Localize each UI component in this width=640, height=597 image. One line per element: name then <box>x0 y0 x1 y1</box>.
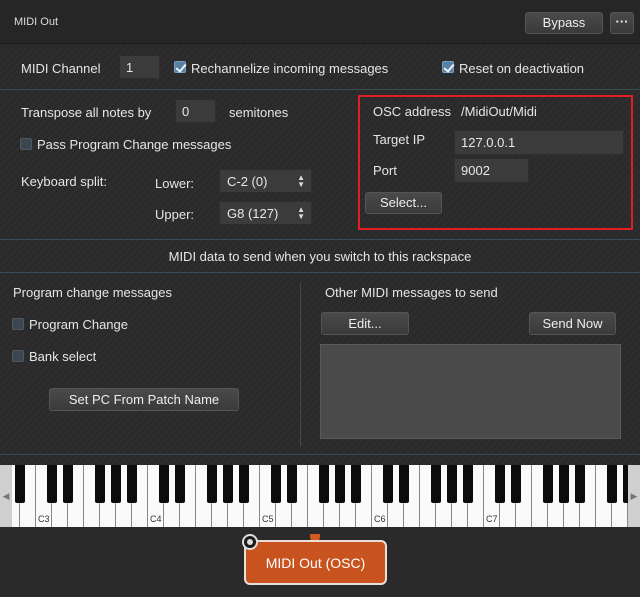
rechannelize-label: Rechannelize incoming messages <box>191 61 389 76</box>
more-options-button[interactable]: ··· <box>610 12 634 34</box>
black-key[interactable] <box>351 465 361 503</box>
divider-rackspace <box>0 272 640 273</box>
osc-address-value: /MidiOut/Midi <box>461 104 537 119</box>
set-pc-from-patch-name-button[interactable]: Set PC From Patch Name <box>49 388 239 411</box>
black-key[interactable] <box>239 465 249 503</box>
black-key[interactable] <box>207 465 217 503</box>
black-key[interactable] <box>447 465 457 503</box>
updown-arrows-icon: ▲ ▼ <box>297 173 305 189</box>
target-ip-field[interactable]: 127.0.0.1 <box>454 130 624 155</box>
black-key[interactable] <box>319 465 329 503</box>
black-key[interactable] <box>63 465 73 503</box>
black-key[interactable] <box>431 465 441 503</box>
port-label: Port <box>373 163 397 178</box>
black-key[interactable] <box>383 465 393 503</box>
upper-split-select[interactable]: G8 (127) ▲ ▼ <box>219 201 312 225</box>
upper-split-value: G8 (127) <box>227 205 279 221</box>
octave-label: C5 <box>262 514 274 524</box>
black-key[interactable] <box>223 465 233 503</box>
upper-label: Upper: <box>155 207 195 222</box>
program-change-label: Program Change <box>29 317 128 332</box>
black-key[interactable] <box>511 465 521 503</box>
bank-select-checkbox[interactable] <box>12 350 24 362</box>
octave-label: C3 <box>38 514 50 524</box>
black-key[interactable] <box>335 465 345 503</box>
rechannelize-checkbox[interactable] <box>174 61 186 73</box>
keyboard-scroll-left-icon[interactable]: ◀ <box>0 465 12 527</box>
midi-channel-field[interactable]: 1 <box>119 55 160 79</box>
black-key[interactable] <box>399 465 409 503</box>
black-key[interactable] <box>175 465 185 503</box>
black-key[interactable] <box>15 465 25 503</box>
keyboard-split-label: Keyboard split: <box>21 174 107 189</box>
lower-label: Lower: <box>155 176 195 191</box>
octave-label: C7 <box>486 514 498 524</box>
edit-button[interactable]: Edit... <box>321 312 409 335</box>
osc-address-label: OSC address <box>373 104 452 119</box>
black-key[interactable] <box>463 465 473 503</box>
black-key[interactable] <box>95 465 105 503</box>
black-key[interactable] <box>559 465 569 503</box>
black-key[interactable] <box>543 465 553 503</box>
transpose-label: Transpose all notes by <box>21 105 152 120</box>
window-title: MIDI Out <box>14 16 59 28</box>
black-key[interactable] <box>495 465 505 503</box>
target-ip-label: Target IP <box>373 132 426 147</box>
column-divider <box>300 283 301 446</box>
divider-top <box>0 89 640 90</box>
midi-out-node-label: MIDI Out (OSC) <box>265 554 366 571</box>
black-key[interactable] <box>575 465 585 503</box>
lower-split-select[interactable]: C-2 (0) ▲ ▼ <box>219 169 312 193</box>
lower-split-value: C-2 (0) <box>227 173 268 189</box>
reset-on-deactivation-checkbox[interactable] <box>442 61 454 73</box>
program-change-title: Program change messages <box>13 285 172 300</box>
bank-select-label: Bank select <box>29 349 97 364</box>
black-key[interactable] <box>127 465 137 503</box>
black-key[interactable] <box>607 465 617 503</box>
black-key[interactable] <box>111 465 121 503</box>
pass-program-change-checkbox[interactable] <box>20 138 32 150</box>
updown-arrows-icon: ▲ ▼ <box>297 205 305 221</box>
select-button[interactable]: Select... <box>365 192 442 214</box>
semitones-label: semitones <box>229 105 289 120</box>
piano-keyboard[interactable]: C3 C4 C5 C6 C7 ◀ ▶ <box>0 465 640 527</box>
transpose-field[interactable]: 0 <box>175 99 216 123</box>
black-key[interactable] <box>159 465 169 503</box>
midi-messages-textarea[interactable] <box>320 344 621 439</box>
rackspace-header: MIDI data to send when you switch to thi… <box>0 240 640 272</box>
midi-port-icon <box>242 534 258 550</box>
divider-bottom <box>0 454 640 455</box>
reset-on-deactivation-label: Reset on deactivation <box>459 61 585 76</box>
pass-program-change-label: Pass Program Change messages <box>37 137 232 152</box>
keys-area: C3 C4 C5 C6 C7 <box>12 465 628 527</box>
program-change-checkbox[interactable] <box>12 318 24 330</box>
bypass-button[interactable]: Bypass <box>525 12 603 34</box>
other-midi-title: Other MIDI messages to send <box>325 285 498 300</box>
octave-label: C6 <box>374 514 386 524</box>
rackspace-header-label: MIDI data to send when you switch to thi… <box>168 248 472 264</box>
midi-channel-label: MIDI Channel <box>21 61 101 76</box>
send-now-button[interactable]: Send Now <box>529 312 616 335</box>
title-bar: MIDI Out Bypass ··· <box>0 0 640 44</box>
black-key[interactable] <box>271 465 281 503</box>
black-key[interactable] <box>287 465 297 503</box>
keyboard-scroll-right-icon[interactable]: ▶ <box>628 465 640 527</box>
port-field[interactable]: 9002 <box>454 158 529 183</box>
black-key[interactable] <box>47 465 57 503</box>
midi-out-node[interactable]: MIDI Out (OSC) <box>244 540 387 585</box>
octave-label: C4 <box>150 514 162 524</box>
